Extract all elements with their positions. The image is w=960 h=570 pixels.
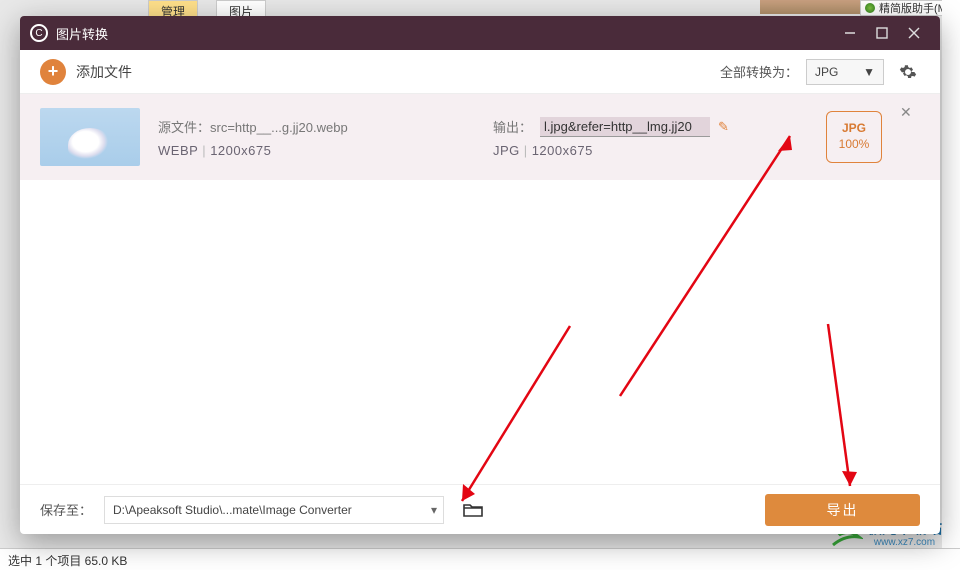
image-converter-window: C 图片转换 + 添加文件 全部转换为： JPG ▼ 源文件：src=http_… xyxy=(20,16,940,534)
add-file-button[interactable]: + 添加文件 xyxy=(40,59,132,85)
source-format: WEBP xyxy=(158,143,198,158)
source-meta: WEBP|1200x675 xyxy=(158,143,473,158)
bg-helper-label: 精简版助手(M xyxy=(879,0,947,16)
bottom-bar: 保存至： D:\Apeaksoft Studio\...mate\Image C… xyxy=(20,484,940,534)
output-label: 输出： xyxy=(493,117,532,136)
output-format: JPG xyxy=(493,143,520,158)
badge-format: JPG xyxy=(842,121,866,137)
convert-all-label: 全部转换为： xyxy=(720,62,798,81)
file-thumbnail xyxy=(40,108,140,166)
source-file-line: 源文件：src=http__...g.jj20.webp xyxy=(158,117,473,136)
edit-name-icon[interactable]: ✎ xyxy=(718,119,729,135)
output-file-line: 输出： ✎ xyxy=(493,117,808,137)
plus-icon: + xyxy=(40,59,66,85)
badge-quality: 100% xyxy=(839,137,870,153)
bg-helper-icon xyxy=(865,3,875,13)
maximize-button[interactable] xyxy=(866,16,898,50)
add-file-label: 添加文件 xyxy=(76,62,132,82)
format-select-value: JPG xyxy=(815,65,838,79)
save-path-dropdown[interactable]: D:\Apeaksoft Studio\...mate\Image Conver… xyxy=(104,496,444,524)
output-meta: JPG|1200x675 xyxy=(493,143,808,158)
export-label: 导出 xyxy=(827,500,859,520)
minimize-button[interactable] xyxy=(834,16,866,50)
toolbar: + 添加文件 全部转换为： JPG ▼ xyxy=(20,50,940,94)
close-button[interactable] xyxy=(898,16,930,50)
export-button[interactable]: 导出 xyxy=(765,494,920,526)
app-logo-icon: C xyxy=(30,24,48,42)
save-to-label: 保存至： xyxy=(40,500,92,519)
chevron-down-icon: ▾ xyxy=(431,503,437,517)
source-name: src=http__...g.jj20.webp xyxy=(210,120,348,135)
remove-file-button[interactable]: ✕ xyxy=(900,104,920,121)
file-row[interactable]: 源文件：src=http__...g.jj20.webp 输出： ✎ WEBP|… xyxy=(20,94,940,180)
source-dimensions: 1200x675 xyxy=(210,143,271,158)
file-list: 源文件：src=http__...g.jj20.webp 输出： ✎ WEBP|… xyxy=(20,94,940,484)
format-quality-badge[interactable]: JPG 100% xyxy=(826,111,882,163)
save-path-text: D:\Apeaksoft Studio\...mate\Image Conver… xyxy=(113,503,352,517)
explorer-statusbar: 选中 1 个项目 65.0 KB xyxy=(0,548,960,570)
app-title: 图片转换 xyxy=(56,24,834,43)
watermark-line2: www.xz7.com xyxy=(867,537,942,548)
output-dimensions: 1200x675 xyxy=(532,143,593,158)
source-label: 源文件： xyxy=(158,120,210,135)
chevron-down-icon: ▼ xyxy=(863,65,875,79)
titlebar[interactable]: C 图片转换 xyxy=(20,16,940,50)
open-folder-button[interactable] xyxy=(462,499,484,521)
output-format-select[interactable]: JPG ▼ xyxy=(806,59,884,85)
settings-button[interactable] xyxy=(896,60,920,84)
bg-right-panel xyxy=(942,0,960,570)
output-filename-input[interactable] xyxy=(540,117,710,137)
